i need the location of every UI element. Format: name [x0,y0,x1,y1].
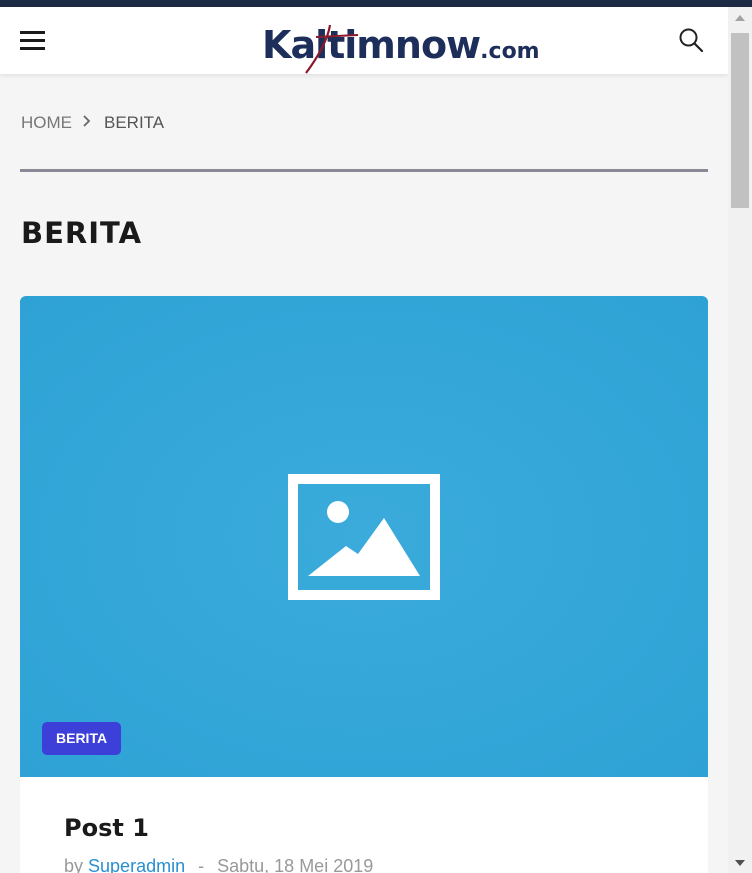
post-date: Sabtu, 18 Mei 2019 [217,856,374,873]
image-placeholder-icon [288,474,440,600]
author-link[interactable]: Superadmin [88,856,185,873]
menu-bar [20,31,45,34]
breadcrumb-home-link[interactable]: HOME [21,113,72,133]
breadcrumb: HOME BERITA [21,113,164,133]
logo-suffix: .com [480,39,540,64]
site-logo[interactable]: Kaltimnow.com [258,15,540,74]
logo-swoosh-icon [305,24,359,74]
post-meta: by Superadmin - Sabtu, 18 Mei 2019 [64,856,373,873]
scroll-thumb[interactable] [731,33,749,208]
scroll-down-arrow-icon[interactable] [735,860,745,866]
scroll-up-arrow-icon[interactable] [735,15,745,21]
category-badge[interactable]: BERITA [42,722,122,755]
top-strip [0,0,752,7]
meta-separator: - [198,856,205,873]
section-divider [20,169,708,172]
menu-bar [20,39,45,42]
menu-bar [20,47,45,50]
hamburger-menu-button[interactable] [20,29,45,51]
chevron-right-icon [82,113,92,133]
post-thumbnail[interactable]: BERITA [20,296,708,777]
search-button[interactable] [678,27,704,53]
post-card: BERITA Post 1 by Superadmin - Sabtu, 18 … [20,296,708,873]
search-icon [679,28,704,53]
vertical-scrollbar[interactable] [728,7,752,873]
breadcrumb-current: BERITA [104,113,165,132]
post-title[interactable]: Post 1 [64,814,149,842]
by-label: by [64,856,84,873]
page-title: BERITA [21,216,143,250]
site-header: Kaltimnow.com [0,7,728,74]
